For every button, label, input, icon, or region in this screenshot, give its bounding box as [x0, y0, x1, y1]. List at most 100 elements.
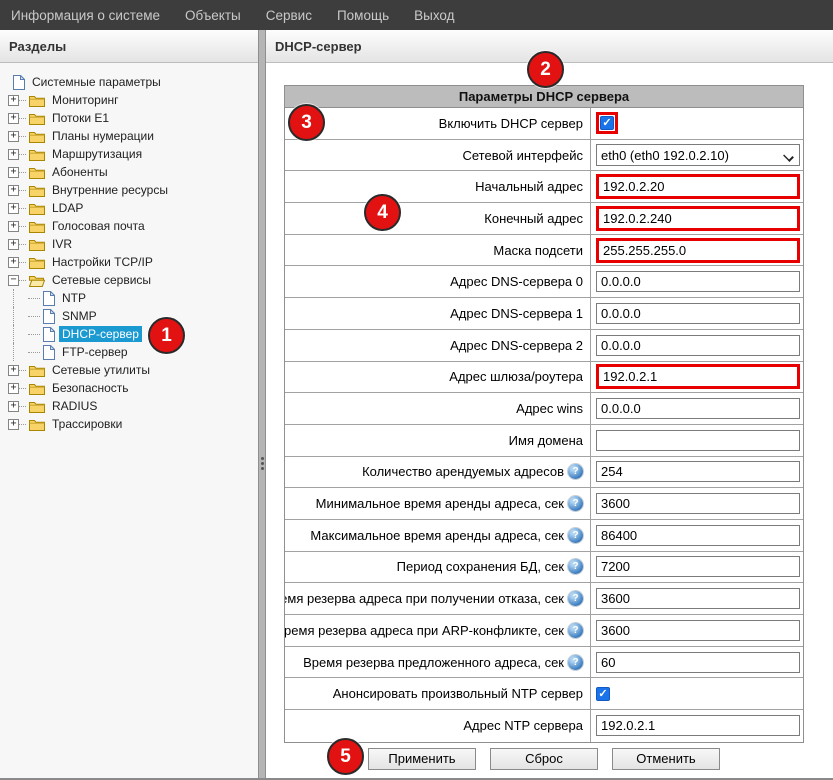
field-value-cell: [591, 393, 803, 424]
menu-item-service[interactable]: Сервис: [266, 8, 312, 23]
tree-item-label[interactable]: Планы нумерации: [49, 128, 157, 144]
expand-icon[interactable]: +: [8, 95, 19, 106]
expand-icon[interactable]: +: [8, 149, 19, 160]
expand-icon[interactable]: +: [8, 131, 19, 142]
sidebar-item-system-parameters[interactable]: Системные параметры: [8, 73, 256, 91]
max-lease-time-input[interactable]: [596, 525, 800, 546]
sidebar-item-voice-mail[interactable]: + Голосовая почта: [8, 217, 256, 235]
sidebar-item-traces[interactable]: + Трассировки: [8, 415, 256, 433]
tree-item-label[interactable]: Маршрутизация: [49, 146, 145, 162]
cancel-button[interactable]: Отменить: [612, 748, 720, 770]
sidebar-item-security[interactable]: + Безопасность: [8, 379, 256, 397]
wins-address-input[interactable]: [596, 398, 800, 419]
tree-item-label[interactable]: Внутренние ресурсы: [49, 182, 171, 198]
tree-item-label[interactable]: Безопасность: [49, 380, 132, 396]
sidebar-item-numbering-plans[interactable]: + Планы нумерации: [8, 127, 256, 145]
sidebar-item-monitoring[interactable]: + Мониторинг: [8, 91, 256, 109]
document-icon: [43, 327, 55, 342]
sidebar-item-ftp-server[interactable]: FTP-сервер: [8, 343, 256, 361]
dns-server-0-input[interactable]: [596, 271, 800, 292]
expand-icon[interactable]: +: [8, 185, 19, 196]
sidebar-item-e1-streams[interactable]: + Потоки Е1: [8, 109, 256, 127]
dns-server-1-input[interactable]: [596, 303, 800, 324]
tree-item-label[interactable]: LDAP: [49, 200, 86, 216]
start-address-input[interactable]: [596, 174, 800, 199]
domain-name-input[interactable]: [596, 430, 800, 451]
tree-item-label[interactable]: Абоненты: [49, 164, 111, 180]
sidebar-item-internal-resources[interactable]: + Внутренние ресурсы: [8, 181, 256, 199]
menu-item-help[interactable]: Помощь: [337, 8, 389, 23]
menu-item-logout[interactable]: Выход: [414, 8, 454, 23]
offered-reserve-time-input[interactable]: [596, 652, 800, 673]
sidebar-item-network-utilities[interactable]: + Сетевые утилиты: [8, 361, 256, 379]
tree-item-label[interactable]: SNMP: [59, 308, 100, 324]
sidebar-item-ntp[interactable]: NTP: [8, 289, 256, 307]
expand-icon[interactable]: +: [8, 257, 19, 268]
sidebar-item-routing[interactable]: + Маршрутизация: [8, 145, 256, 163]
help-icon[interactable]: ?: [568, 623, 583, 638]
tree-item-label[interactable]: Потоки Е1: [49, 110, 112, 126]
dhcp-enable-checkbox[interactable]: ✓: [600, 116, 614, 130]
subnet-mask-input[interactable]: [596, 238, 800, 263]
tree-item-label[interactable]: Системные параметры: [29, 74, 164, 90]
tree-item-label[interactable]: Сетевые сервисы: [49, 272, 154, 288]
expand-icon[interactable]: +: [8, 239, 19, 250]
sidebar-item-ldap[interactable]: + LDAP: [8, 199, 256, 217]
announce-ntp-checkbox[interactable]: ✓: [596, 687, 610, 701]
apply-button[interactable]: Применить: [368, 748, 476, 770]
sidebar-splitter[interactable]: [258, 30, 266, 778]
field-label: Количество арендуемых адресов?: [285, 457, 591, 488]
tree-item-label[interactable]: DHCP-сервер: [59, 326, 142, 342]
sidebar-item-radius[interactable]: + RADIUS: [8, 397, 256, 415]
end-address-input[interactable]: [596, 206, 800, 231]
expand-icon[interactable]: +: [8, 203, 19, 214]
db-save-period-input[interactable]: [596, 556, 800, 577]
reset-button[interactable]: Сброс: [490, 748, 598, 770]
sidebar-item-ivr[interactable]: + IVR: [8, 235, 256, 253]
sidebar-item-network-services[interactable]: − Сетевые сервисы: [8, 271, 256, 289]
tree-item-label[interactable]: Трассировки: [49, 416, 125, 432]
help-icon[interactable]: ?: [568, 655, 583, 670]
tree-guide: [13, 325, 28, 343]
expand-icon[interactable]: +: [8, 365, 19, 376]
arp-conflict-reserve-time-input[interactable]: [596, 620, 800, 641]
tree-item-label[interactable]: IVR: [49, 236, 75, 252]
form-row-announce-ntp: Анонсировать произвольный NTP сервер✓: [285, 678, 803, 710]
collapse-icon[interactable]: −: [8, 275, 19, 286]
expand-icon[interactable]: +: [8, 113, 19, 124]
field-label-text: Время резерва адреса при ARP-конфликте, …: [285, 623, 564, 638]
tree-item-label[interactable]: Сетевые утилиты: [49, 362, 153, 378]
lease-count-input[interactable]: [596, 461, 800, 482]
field-label: Адрес NTP сервера: [285, 710, 591, 742]
tree-item-label[interactable]: Мониторинг: [49, 92, 122, 108]
decline-reserve-time-input[interactable]: [596, 588, 800, 609]
tree-item-label[interactable]: RADIUS: [49, 398, 100, 414]
tree-item-label[interactable]: Голосовая почта: [49, 218, 148, 234]
dns-server-2-input[interactable]: [596, 335, 800, 356]
field-value-cell: [591, 520, 803, 551]
expand-icon[interactable]: +: [8, 419, 19, 430]
help-icon[interactable]: ?: [568, 464, 583, 479]
sidebar-item-snmp[interactable]: SNMP: [8, 307, 256, 325]
tree-connector: [19, 136, 26, 137]
ntp-address-input[interactable]: [596, 715, 800, 736]
sidebar-item-tcpip-settings[interactable]: + Настройки TCP/IP: [8, 253, 256, 271]
sidebar-item-dhcp-server[interactable]: DHCP-сервер: [8, 325, 256, 343]
menu-item-objects[interactable]: Объекты: [185, 8, 241, 23]
expand-icon[interactable]: +: [8, 401, 19, 412]
menu-item-system-info[interactable]: Информация о системе: [11, 8, 160, 23]
help-icon[interactable]: ?: [568, 591, 583, 606]
tree-item-label[interactable]: Настройки TCP/IP: [49, 254, 156, 270]
min-lease-time-input[interactable]: [596, 493, 800, 514]
gateway-address-input[interactable]: [596, 364, 800, 389]
help-icon[interactable]: ?: [568, 559, 583, 574]
tree-item-label[interactable]: NTP: [59, 290, 89, 306]
tree-item-label[interactable]: FTP-сервер: [59, 344, 131, 360]
help-icon[interactable]: ?: [568, 496, 583, 511]
expand-icon[interactable]: +: [8, 383, 19, 394]
sidebar-item-subscribers[interactable]: + Абоненты: [8, 163, 256, 181]
network-interface-select[interactable]: eth0 (eth0 192.0.2.10): [596, 144, 800, 166]
expand-icon[interactable]: +: [8, 221, 19, 232]
expand-icon[interactable]: +: [8, 167, 19, 178]
help-icon[interactable]: ?: [568, 528, 583, 543]
